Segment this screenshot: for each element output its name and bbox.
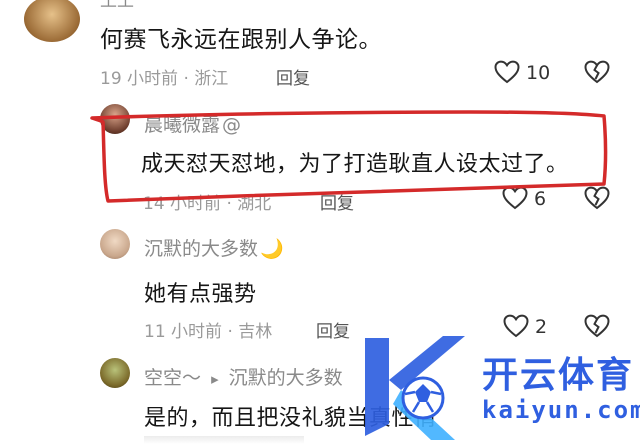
heart-icon[interactable] [503, 314, 529, 338]
comment-username[interactable]: 空空～ ▸ 沉默的大多数 [144, 363, 343, 390]
moon-emoji: 🌙 [260, 238, 284, 260]
watermark-brand: 开云体育 [482, 355, 635, 396]
heart-icon[interactable] [502, 186, 528, 210]
avatar[interactable] [100, 104, 130, 134]
like-count: 10 [526, 62, 551, 84]
like-count: 6 [534, 188, 547, 210]
cropped-next-line [144, 436, 304, 444]
at-sign: @ [222, 114, 242, 136]
broken-heart-icon[interactable] [584, 186, 610, 210]
watermark-logo [355, 332, 475, 444]
broken-heart-icon[interactable] [584, 60, 610, 84]
avatar[interactable] [24, 0, 80, 42]
reply-button[interactable]: 回复 [316, 317, 350, 342]
broken-heart-icon[interactable] [584, 314, 610, 338]
kaiyun-logo-icon [365, 336, 465, 440]
comment-text: 成天怼天怼地，为了打造耿直人设太过了。 [141, 152, 569, 177]
comment-text: 何赛飞永远在跟别人争论。 [100, 27, 382, 53]
comment-username[interactable]: 沉默的大多数 🌙 [144, 234, 284, 261]
comment-username[interactable]: 晨曦微露 @ [144, 110, 241, 137]
comment-text: 她有点强势 [144, 282, 257, 307]
comment-username[interactable]: 王王 [100, 0, 134, 11]
reply-button[interactable]: 回复 [276, 64, 310, 89]
watermark-site: kaiyun.com [482, 396, 640, 424]
reply-to-username[interactable]: 沉默的大多数 [229, 367, 343, 389]
comment-meta: 19 小时前 · 浙江 [100, 69, 229, 89]
reply-arrow-icon: ▸ [211, 370, 219, 388]
avatar[interactable] [100, 358, 130, 388]
reply-button[interactable]: 回复 [320, 189, 354, 214]
comment-meta: 14 小时前 · 湖北 [143, 194, 272, 214]
comment-meta: 11 小时前 · 吉林 [144, 322, 273, 342]
avatar[interactable] [100, 229, 130, 259]
like-count: 2 [535, 316, 548, 338]
heart-icon[interactable] [494, 60, 520, 84]
